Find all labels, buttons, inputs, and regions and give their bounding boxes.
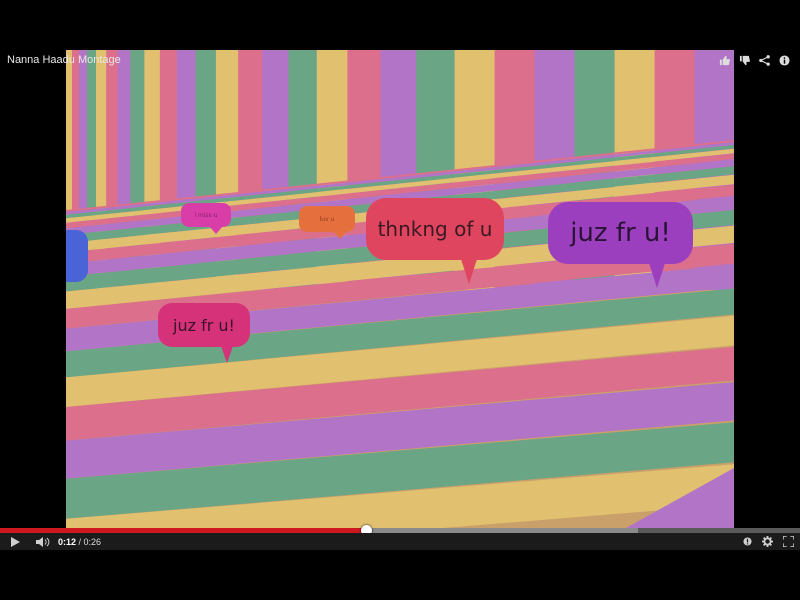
- bubble-text: i miss u: [194, 211, 218, 219]
- control-bar: 0:12 / 0:26: [0, 533, 800, 550]
- video-scene: [66, 50, 734, 528]
- settings-icon[interactable]: [762, 533, 773, 550]
- video-frame[interactable]: i miss u luv u thnkng of u juz fr u! juz…: [66, 50, 734, 528]
- bubble-text: luv u: [319, 215, 335, 223]
- bubble-text: juz fr u!: [570, 218, 671, 248]
- like-icon[interactable]: [718, 54, 730, 66]
- time-separator: /: [76, 536, 84, 547]
- speech-bubble-blue-partial: [66, 230, 88, 282]
- volume-icon[interactable]: [36, 533, 50, 550]
- share-icon[interactable]: [758, 54, 770, 66]
- speech-bubble-small-magenta: i miss u: [181, 203, 231, 234]
- speech-bubble-pink: juz fr u!: [158, 303, 250, 363]
- current-time: 0:12: [58, 536, 77, 547]
- bubble-text: thnkng of u: [377, 217, 493, 241]
- duration: 0:26: [83, 536, 102, 547]
- speech-bubble-small-orange: luv u: [299, 206, 355, 239]
- fullscreen-icon[interactable]: [783, 533, 794, 550]
- play-icon[interactable]: [10, 533, 20, 550]
- speech-bubble-purple: juz fr u!: [548, 202, 693, 288]
- bubble-text: juz fr u!: [173, 315, 235, 335]
- dislike-icon[interactable]: [738, 54, 750, 66]
- video-player: i miss u luv u thnkng of u juz fr u! juz…: [0, 0, 800, 600]
- video-title[interactable]: Nanna Haadu Montage: [0, 54, 121, 66]
- speech-bubble-thinking: thnkng of u: [366, 198, 504, 284]
- annotations-icon[interactable]: [743, 533, 752, 550]
- time-display: 0:12 / 0:26: [58, 537, 101, 547]
- info-icon[interactable]: [778, 54, 790, 66]
- title-bar: Nanna Haadu Montage: [0, 50, 800, 70]
